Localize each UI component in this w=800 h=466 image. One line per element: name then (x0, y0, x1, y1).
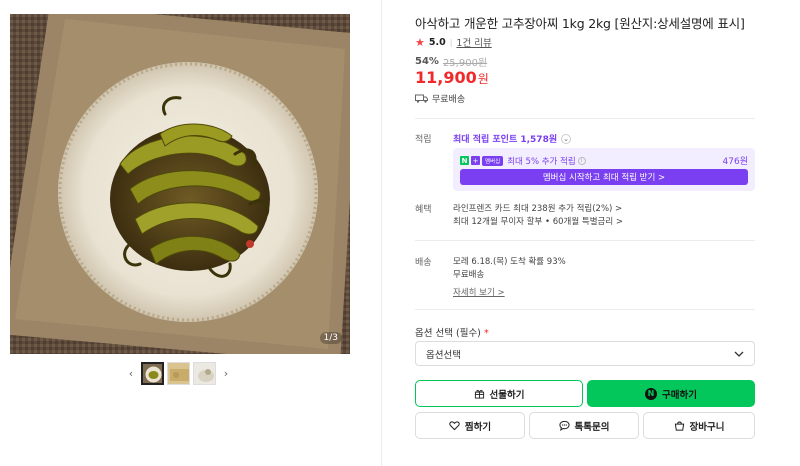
divider (415, 309, 755, 310)
naver-plus-badge: N + 멤버십 (460, 155, 504, 166)
heart-icon (449, 421, 460, 431)
delivery-fee: 무료배송 (453, 270, 485, 280)
thumbnail-3[interactable] (193, 362, 216, 385)
membership-row: N + 멤버십 최대 5% 추가 적립 i 476원 (460, 154, 748, 167)
benefit-label: 혜택 (415, 205, 432, 215)
wish-button-label: 찜하기 (464, 421, 492, 433)
discount-rate: 54% (415, 56, 439, 67)
talktalk-button-label: 톡톡문의 (574, 421, 610, 433)
review-link[interactable]: 1건 리뷰 (456, 35, 491, 49)
gift-button-label: 선물하기 (489, 389, 525, 401)
max-points-row[interactable]: 최대 적립 포인트 1,578원 ⌄ (453, 132, 572, 145)
points-label: 적립 (415, 135, 432, 145)
star-icon: ★ (415, 35, 425, 49)
chevron-left-icon[interactable]: ‹ (124, 363, 138, 385)
buy-button-label: 구매하기 (662, 389, 697, 401)
shipping-text: 무료배송 (432, 95, 466, 105)
delivery-label: 배송 (415, 258, 432, 268)
naver-pay-icon: N (645, 387, 658, 400)
divider (415, 240, 755, 241)
buy-button[interactable]: N 구매하기 (587, 380, 755, 407)
wish-button[interactable]: 찜하기 (415, 412, 525, 439)
thumbnail-1[interactable] (141, 362, 164, 385)
info-icon[interactable]: i (577, 156, 586, 165)
image-counter: 1/3 (319, 332, 342, 344)
pickled-pepper-photo (10, 14, 350, 354)
price-row: 11,900 원 (415, 68, 489, 87)
membership-box: N + 멤버십 최대 5% 추가 적립 i 476원 멤버십 시작하고 최대 적… (453, 148, 755, 191)
original-price: 25,900원 (442, 58, 488, 69)
cart-button-label: 장바구니 (689, 421, 725, 433)
max-points-text: 최대 적립 포인트 1,578원 (453, 135, 558, 145)
rating-row: ★ 5.0 | 1건 리뷰 (415, 35, 492, 50)
gift-icon (474, 389, 484, 399)
plus-icon: + (471, 156, 480, 165)
product-main-image[interactable]: 1/3 (10, 14, 350, 354)
sale-price: 11,900 (415, 68, 477, 87)
membership-text: 최대 5% 추가 적립 (507, 156, 576, 167)
product-gallery: 1/3 ‹ › (0, 0, 382, 466)
option-select-value: 옵션선택 (426, 349, 461, 361)
divider (415, 118, 755, 119)
rating-separator: | (449, 37, 453, 47)
rating-score: 5.0 (428, 36, 446, 48)
membership-badge: 멤버십 (482, 155, 504, 166)
benefit-installment-link[interactable]: 최대 12개월 무이자 할부 • 60개월 특별금리 > (453, 215, 623, 227)
option-label-text: 옵션 선택 (필수) (415, 328, 481, 339)
chat-icon (558, 420, 570, 431)
cart-icon (674, 421, 684, 431)
delivery-detail-link[interactable]: 자세히 보기 > (453, 286, 505, 298)
chevron-right-icon[interactable]: › (219, 363, 233, 385)
chevron-down-icon: ⌄ (561, 133, 572, 144)
cart-button[interactable]: 장바구니 (643, 412, 755, 439)
thumbnail-strip: ‹ › (124, 362, 233, 385)
membership-start-button[interactable]: 멤버십 시작하고 최대 적립 받기 > (460, 169, 748, 185)
discount-row: 54% 25,900원 (415, 54, 487, 69)
thumbnail-2[interactable] (167, 362, 190, 385)
chevron-down-icon (734, 351, 744, 357)
talktalk-button[interactable]: 톡톡문의 (529, 412, 639, 439)
naver-n-icon: N (460, 156, 469, 165)
product-title: 아삭하고 개운한 고추장아찌 1kg 2kg [원산지:상세설명에 표시] (415, 16, 745, 31)
option-label: 옵션 선택 (필수) * (415, 325, 489, 339)
gift-button[interactable]: 선물하기 (415, 380, 583, 407)
membership-amount: 476원 (722, 157, 748, 167)
benefit-card-link[interactable]: 라인프렌즈 카드 최대 238원 추가 적립(2%) > (453, 202, 622, 214)
shipping-row: 무료배송 (415, 92, 465, 105)
option-select[interactable]: 옵션선택 (415, 341, 755, 366)
delivery-estimate: 모레 6.18.(목) 도착 확률 93% (453, 257, 566, 267)
required-mark: * (483, 328, 489, 339)
truck-icon (415, 94, 428, 103)
price-unit: 원 (477, 72, 489, 86)
